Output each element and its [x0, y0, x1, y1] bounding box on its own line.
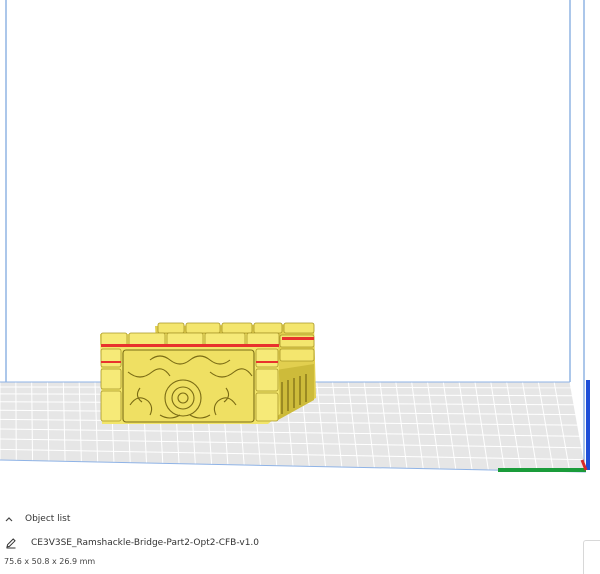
model-relief-carving — [122, 349, 255, 423]
object-list-item[interactable]: CE3V3SE_Ramshackle-Bridge-Part2-Opt2-CFB… — [5, 535, 259, 551]
3d-viewport[interactable] — [0, 0, 600, 500]
cura-window: Object list CE3V3SE_Ramshackle-Bridge-Pa… — [0, 0, 600, 574]
bridge-model[interactable] — [100, 322, 316, 424]
object-dimensions: 75.6 x 50.8 x 26.9 mm — [4, 557, 96, 566]
object-file-name: CE3V3SE_Ramshackle-Bridge-Part2-Opt2-CFB… — [31, 538, 260, 548]
chevron-up-icon — [5, 517, 13, 522]
object-list-panel: Object list CE3V3SE_Ramshackle-Bridge-Pa… — [0, 505, 600, 574]
object-list-label: Object list — [25, 514, 71, 524]
pencil-icon[interactable] — [5, 537, 17, 549]
viewport-canvas[interactable] — [0, 0, 600, 500]
object-list-toggle[interactable]: Object list — [4, 511, 70, 527]
side-panel-edge[interactable] — [583, 540, 600, 574]
